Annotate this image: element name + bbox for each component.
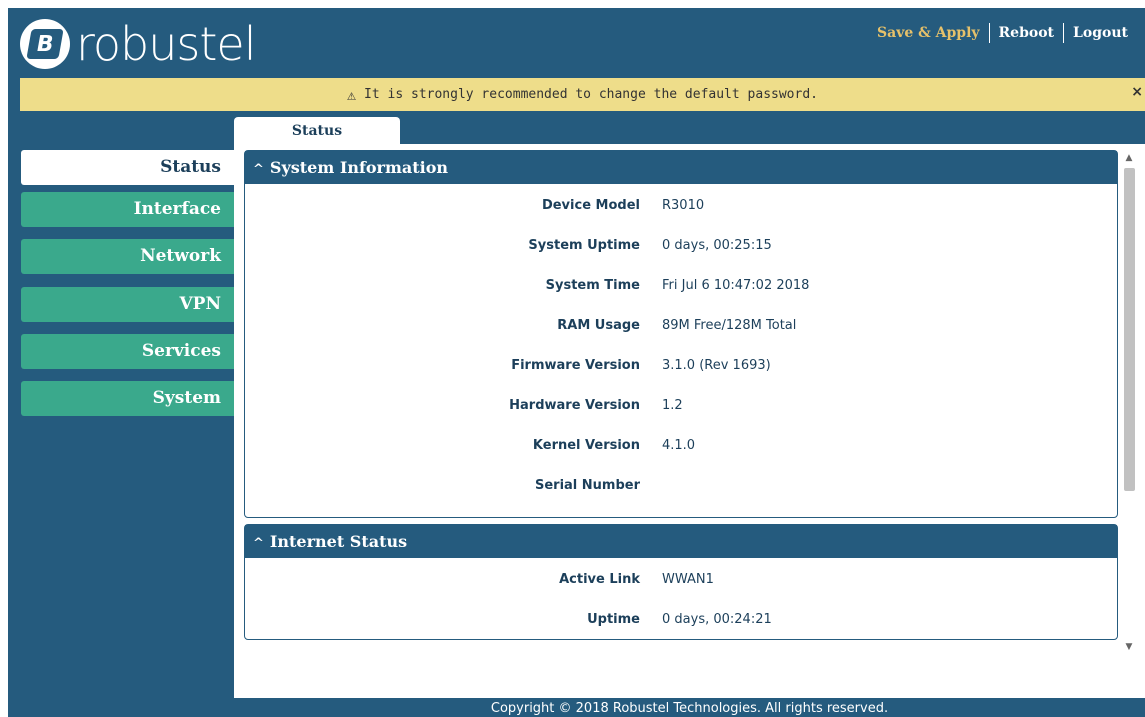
scroll-up-icon[interactable]: ▲ bbox=[1121, 150, 1137, 166]
info-row: Uptime 0 days, 00:24:21 bbox=[245, 599, 1117, 639]
info-label: System Uptime bbox=[528, 237, 640, 253]
info-row: System Uptime 0 days, 00:25:15 bbox=[245, 225, 1117, 265]
info-row: Device Model R3010 bbox=[245, 185, 1117, 225]
save-apply-link[interactable]: Save & Apply bbox=[868, 25, 989, 41]
internet-status-panel: ^ Internet Status Active Link WWAN1 Uptime… bbox=[244, 524, 1118, 640]
sidebar-item-system[interactable]: System bbox=[21, 381, 234, 416]
scrollbar-thumb[interactable] bbox=[1124, 168, 1135, 491]
info-value: WWAN1 bbox=[662, 571, 714, 587]
banner-text: It is strongly recommended to change the… bbox=[364, 87, 818, 102]
top-actions: Save & Apply Reboot Logout bbox=[868, 23, 1137, 43]
app-frame: B robustel Save & Apply Reboot Logout ⚠ … bbox=[8, 8, 1145, 717]
info-label: RAM Usage bbox=[557, 317, 640, 333]
reboot-link[interactable]: Reboot bbox=[990, 25, 1063, 41]
info-value: Fri Jul 6 10:47:02 2018 bbox=[662, 277, 810, 293]
info-row: RAM Usage 89M Free/128M Total bbox=[245, 305, 1117, 345]
info-value: 3.1.0 (Rev 1693) bbox=[662, 357, 771, 373]
logo-mark-icon: B bbox=[20, 19, 70, 69]
info-value: 4.1.0 bbox=[662, 437, 696, 453]
warning-icon: ⚠ bbox=[347, 85, 357, 104]
info-label: Active Link bbox=[559, 571, 640, 587]
vertical-scrollbar[interactable]: ▲ ▼ bbox=[1121, 150, 1137, 655]
info-row: Active Link WWAN1 bbox=[245, 559, 1117, 599]
panel-title: Internet Status bbox=[269, 532, 408, 551]
sidebar-item-network[interactable]: Network bbox=[21, 239, 234, 274]
logo-glyph: B bbox=[26, 29, 64, 59]
info-value: 89M Free/128M Total bbox=[662, 317, 797, 333]
info-value: 1.2 bbox=[662, 397, 683, 413]
info-label: Uptime bbox=[587, 611, 640, 627]
system-information-header[interactable]: ^ System Information bbox=[245, 151, 1117, 184]
info-label: System Time bbox=[545, 277, 640, 293]
sidebar-item-vpn[interactable]: VPN bbox=[21, 287, 234, 322]
close-icon[interactable]: × bbox=[1131, 84, 1143, 100]
info-label: Serial Number bbox=[534, 477, 640, 493]
robustel-logo: B robustel bbox=[20, 17, 256, 71]
system-information-panel: ^ System Information Device Model R3010 Sy… bbox=[244, 150, 1118, 518]
chevron-up-icon: ^ bbox=[253, 536, 264, 551]
info-label: Device Model bbox=[541, 197, 640, 213]
info-row: Hardware Version 1.2 bbox=[245, 385, 1117, 425]
info-value: 0 days, 00:24:21 bbox=[662, 611, 772, 627]
info-row: Firmware Version 3.1.0 (Rev 1693) bbox=[245, 345, 1117, 385]
panel-title: System Information bbox=[269, 158, 449, 177]
info-label: Firmware Version bbox=[511, 357, 640, 373]
info-value: R3010 bbox=[662, 197, 705, 213]
logo-text: robustel bbox=[76, 17, 256, 71]
info-row: System Time Fri Jul 6 10:47:02 2018 bbox=[245, 265, 1117, 305]
logout-link[interactable]: Logout bbox=[1064, 25, 1137, 41]
sidebar-item-services[interactable]: Services bbox=[21, 334, 234, 369]
sidebar-item-status[interactable]: Status bbox=[21, 150, 234, 185]
password-warning-banner: ⚠ It is strongly recommended to change t… bbox=[20, 78, 1145, 111]
internet-status-header[interactable]: ^ Internet Status bbox=[245, 525, 1117, 558]
tab-status[interactable]: Status bbox=[234, 117, 400, 147]
info-row: Kernel Version 4.1.0 bbox=[245, 425, 1117, 465]
copyright-footer: Copyright © 2018 Robustel Technologies. … bbox=[490, 701, 889, 716]
main-content: ^ System Information Device Model R3010 Sy… bbox=[234, 144, 1145, 698]
scroll-down-icon[interactable]: ▼ bbox=[1121, 639, 1137, 655]
status-scroll-area[interactable]: ^ System Information Device Model R3010 Sy… bbox=[244, 150, 1118, 655]
info-label: Hardware Version bbox=[509, 397, 640, 413]
info-label: Kernel Version bbox=[532, 437, 640, 453]
info-row: Serial Number bbox=[245, 465, 1117, 505]
info-value: 0 days, 00:25:15 bbox=[662, 237, 772, 253]
sidebar-item-interface[interactable]: Interface bbox=[21, 192, 234, 227]
chevron-up-icon: ^ bbox=[253, 162, 264, 177]
